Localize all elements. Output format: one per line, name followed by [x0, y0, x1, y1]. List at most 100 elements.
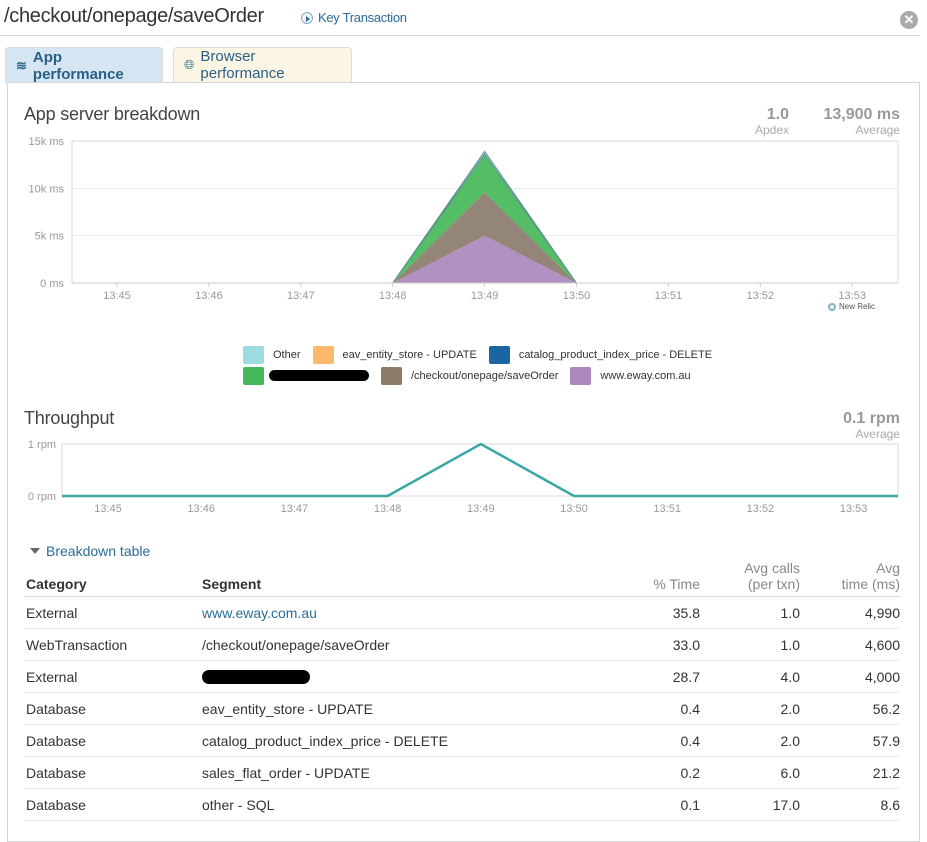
x-tick-label: 13:48	[374, 503, 402, 515]
key-transaction-label: Key Transaction	[318, 10, 407, 25]
pct-time-cell: 28.7	[582, 660, 700, 693]
legend-item-eav-entity-store[interactable]: eav_entity_store - UPDATE	[312, 345, 477, 364]
pct-time-cell: 35.8	[582, 596, 700, 629]
legend-label: www.eway.com.au	[600, 369, 691, 382]
category-cell: External	[24, 660, 202, 693]
throughput-chart: 0 rpm 1 rpm 13:45 13:46 13:47 13:48 13:49 13:50…	[28, 439, 899, 515]
y-tick-label: 15k ms	[29, 136, 65, 148]
avg-time-label: Avg	[876, 560, 900, 576]
avg-calls-cell: 1.0	[700, 628, 800, 661]
tab-browser-performance[interactable]: 🌐︎ Browser performance	[173, 47, 352, 82]
legend-item-saveorder[interactable]: /checkout/onepage/saveOrder	[381, 366, 559, 385]
tab-label: Browser performance	[200, 48, 285, 82]
redacted-segment-link[interactable]	[202, 670, 310, 684]
category-cell: Database	[24, 724, 202, 757]
table-row: Database catalog_product_index_price - DE…	[24, 724, 900, 757]
column-header-pct-time[interactable]: % Time	[582, 560, 700, 597]
avg-time-cell: 56.2	[800, 692, 900, 725]
y-tick-label: 10k ms	[29, 183, 65, 195]
avg-time-cell: 4,000	[800, 660, 900, 693]
legend-item-other[interactable]: Other	[243, 345, 301, 364]
segment-cell: www.eway.com.au	[202, 596, 582, 629]
avg-time-cell: 4,990	[800, 596, 900, 629]
x-tick-label: 13:46	[187, 503, 215, 515]
x-tick-label: 13:51	[653, 503, 681, 515]
column-header-category[interactable]: Category	[24, 560, 202, 597]
legend-label: Other	[273, 348, 301, 361]
breakdown-table: Category Segment % Time Avg calls (per t…	[24, 560, 900, 821]
pct-time-label: % Time	[653, 576, 700, 592]
table-row: Database other - SQL 0.1 17.0 8.6	[24, 788, 900, 821]
app-breakdown-title: App server breakdown	[24, 104, 201, 124]
new-relic-logo-icon	[828, 302, 836, 311]
page-title: /checkout/onepage/saveOrder	[4, 5, 264, 27]
new-relic-label: New Relic	[839, 302, 876, 311]
segment-cell: other - SQL	[202, 788, 582, 821]
segment-cell: sales_flat_order - UPDATE	[202, 756, 582, 789]
y-tick-label: 5k ms	[35, 231, 65, 243]
table-row: Database eav_entity_store - UPDATE 0.4 2.0 5…	[24, 692, 900, 725]
pct-time-cell: 0.4	[582, 692, 700, 725]
stack-icon: ≋	[16, 57, 27, 73]
y-tick-label: 0 ms	[40, 278, 64, 290]
legend-swatch	[243, 345, 264, 364]
average-value: 13,900 ms	[823, 106, 900, 123]
column-header-segment[interactable]: Segment	[202, 560, 582, 597]
new-relic-branding: New Relic	[828, 302, 875, 311]
avg-time-cell: 4,600	[800, 628, 900, 661]
legend-item-catalog-product-index-price[interactable]: catalog_product_index_price - DELETE	[488, 345, 712, 364]
tab-app-performance[interactable]: ≋ App performance	[5, 47, 163, 83]
segment-cell: /checkout/onepage/saveOrder	[202, 628, 582, 661]
legend-item-redacted[interactable]	[243, 366, 369, 385]
x-tick-label: 13:53	[840, 503, 868, 515]
chart-legend: Other eav_entity_store - UPDATE catalog_…	[243, 344, 724, 386]
legend-swatch	[243, 366, 264, 385]
category-cell: WebTransaction	[24, 628, 202, 661]
caret-down-icon	[30, 548, 40, 554]
tab-label: App performance	[32, 48, 124, 83]
avg-calls-label: Avg calls	[744, 560, 800, 576]
play-circle-icon	[301, 11, 313, 24]
x-tick-label: 13:51	[655, 290, 683, 302]
legend-label: eav_entity_store - UPDATE	[342, 348, 477, 361]
x-tick-label: 13:48	[379, 290, 407, 302]
y-tick-label: 0 rpm	[28, 491, 56, 503]
page-header: /checkout/onepage/saveOrder Key Transact…	[0, 0, 920, 36]
breakdown-table-toggle[interactable]: Breakdown table	[30, 543, 150, 559]
key-transaction-link[interactable]: Key Transaction	[301, 10, 407, 25]
avg-calls-cell: 2.0	[700, 724, 800, 757]
x-tick-label: 13:52	[747, 290, 775, 302]
category-cell: External	[24, 596, 202, 629]
redacted-label	[269, 370, 369, 381]
throughput-title: Throughput	[24, 408, 115, 428]
x-tick-label: 13:46	[195, 290, 223, 302]
table-row: Database sales_flat_order - UPDATE 0.2 6.0 2…	[24, 756, 900, 789]
column-header-avg-calls[interactable]: Avg calls (per txn)	[700, 560, 800, 597]
avg-calls-cell: 17.0	[700, 788, 800, 821]
x-tick-label: 13:45	[103, 290, 131, 302]
y-tick-label: 1 rpm	[28, 439, 56, 451]
x-tick-label: 13:50	[560, 503, 588, 515]
pct-time-cell: 0.4	[582, 724, 700, 757]
x-tick-label: 13:50	[563, 290, 591, 302]
table-row: External 28.7 4.0 4,000	[24, 660, 900, 693]
globe-icon: 🌐︎	[184, 57, 195, 72]
legend-label: /checkout/onepage/saveOrder	[411, 369, 559, 382]
segment-link[interactable]: www.eway.com.au	[202, 605, 317, 621]
table-row: External www.eway.com.au 35.8 1.0 4,990	[24, 596, 900, 629]
legend-swatch	[312, 345, 334, 364]
plot-area	[61, 443, 899, 497]
app-breakdown-chart: 0 ms 5k ms 10k ms 15k ms 13:45 13:46 13:47 13:4…	[29, 136, 899, 302]
legend-swatch	[488, 345, 510, 364]
avg-calls-sublabel: (per txn)	[747, 576, 800, 592]
avg-time-cell: 21.2	[800, 756, 900, 789]
pct-time-cell: 33.0	[582, 628, 700, 661]
avg-time-cell: 8.6	[800, 788, 900, 821]
legend-item-eway[interactable]: www.eway.com.au	[570, 366, 691, 385]
column-header-avg-time[interactable]: Avg time (ms)	[800, 560, 900, 597]
avg-calls-cell: 6.0	[700, 756, 800, 789]
segment-cell: eav_entity_store - UPDATE	[202, 692, 582, 725]
close-icon[interactable]: ✕	[900, 11, 918, 29]
throughput-average-value: 0.1 rpm	[843, 410, 900, 427]
avg-time-sublabel: time (ms)	[841, 576, 900, 592]
